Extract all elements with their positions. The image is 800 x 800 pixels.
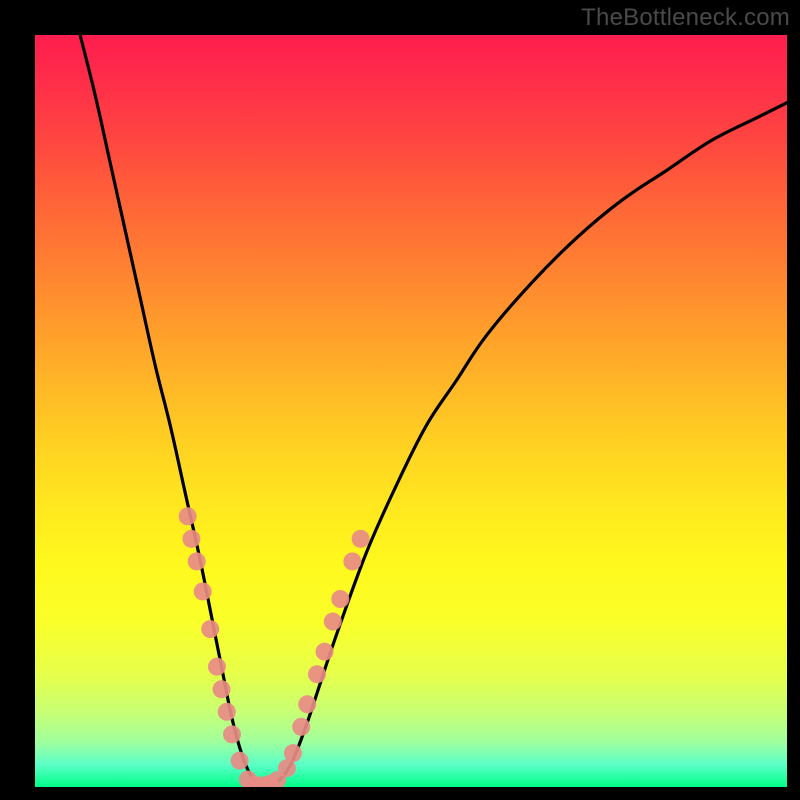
data-marker bbox=[316, 643, 334, 661]
data-marker bbox=[218, 703, 236, 721]
data-marker bbox=[343, 552, 361, 570]
data-marker bbox=[324, 613, 342, 631]
plot-area bbox=[35, 35, 787, 787]
data-marker bbox=[188, 552, 206, 570]
data-marker bbox=[194, 582, 212, 600]
curve-svg bbox=[35, 35, 787, 787]
data-marker bbox=[223, 725, 241, 743]
data-marker bbox=[179, 507, 197, 525]
data-marker bbox=[201, 620, 219, 638]
data-marker bbox=[331, 590, 349, 608]
data-marker bbox=[231, 752, 249, 770]
chart-frame: TheBottleneck.com bbox=[0, 0, 800, 800]
data-marker bbox=[213, 680, 231, 698]
data-marker bbox=[284, 744, 302, 762]
data-marker bbox=[208, 658, 226, 676]
data-marker bbox=[298, 695, 316, 713]
data-markers bbox=[179, 507, 370, 787]
bottleneck-curve bbox=[80, 35, 787, 787]
data-marker bbox=[352, 530, 370, 548]
data-marker bbox=[292, 718, 310, 736]
watermark-text: TheBottleneck.com bbox=[581, 4, 790, 32]
data-marker bbox=[182, 530, 200, 548]
data-marker bbox=[308, 665, 326, 683]
